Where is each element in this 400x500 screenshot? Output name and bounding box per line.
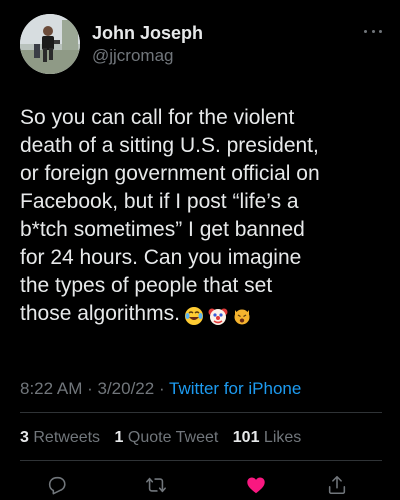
tweet-text-fragment: those algorithms.: [20, 302, 180, 325]
tweet-stats: 3 Retweets 1 Quote Tweet 101 Likes: [20, 428, 311, 448]
retweet-icon: [146, 477, 166, 493]
share-button[interactable]: [326, 474, 348, 496]
retweets-label: Retweets: [33, 429, 101, 446]
tweet-text-line: death of a sitting U.S. president,: [20, 134, 319, 157]
tweet-text-line: So you can call for the violent: [20, 106, 295, 129]
like-button[interactable]: [245, 474, 267, 496]
quote-tweets-count: 1: [114, 429, 124, 446]
quote-tweets-stat[interactable]: 1 Quote Tweet: [115, 429, 219, 446]
tweet: John Joseph @jjcromag So you can call fo…: [0, 0, 400, 500]
meta-separator: ·: [82, 379, 98, 398]
tweet-text-line: the types of people that set: [20, 274, 273, 297]
likes-label: Likes: [263, 429, 302, 446]
clown-face-emoji: [208, 308, 228, 326]
likes-stat[interactable]: 101 Likes: [233, 429, 302, 446]
tweet-date[interactable]: 3/20/22: [97, 379, 154, 398]
tweet-text: So you can call for the violent death of…: [20, 104, 385, 330]
reply-button[interactable]: [46, 474, 68, 496]
user-handle[interactable]: @jjcromag: [92, 45, 203, 67]
more-horizontal-icon[interactable]: [364, 26, 382, 36]
tweet-text-line: or foreign government official on: [20, 162, 320, 185]
tweet-time[interactable]: 8:22 AM: [20, 379, 82, 398]
tweet-header: John Joseph @jjcromag: [20, 14, 382, 76]
divider: [20, 460, 382, 461]
retweets-count: 3: [20, 429, 29, 446]
face-with-tears-of-joy-emoji: [184, 307, 203, 326]
likes-count: 101: [232, 429, 260, 446]
tweet-meta: 8:22 AM · 3/20/22 · Twitter for iPhone: [20, 378, 301, 400]
tweet-actions: [40, 474, 360, 496]
tweet-text-line: for 24 hours. Can you imagine: [20, 246, 302, 269]
quote-tweets-label: Quote Tweet: [127, 429, 219, 446]
display-name[interactable]: John Joseph: [92, 22, 203, 44]
weary-cat-face-emoji: [234, 309, 250, 325]
tweet-text-line: b*tch sometimes” I get banned: [20, 218, 305, 241]
retweets-stat[interactable]: 3 Retweets: [20, 429, 100, 446]
divider: [20, 412, 382, 413]
retweet-button[interactable]: [145, 474, 167, 496]
meta-separator: ·: [154, 379, 170, 398]
tweet-text-line-last: those algorithms.: [20, 300, 385, 330]
heart-icon: [247, 477, 265, 494]
share-icon: [328, 475, 346, 495]
reply-icon: [48, 476, 66, 495]
tweet-source-link[interactable]: Twitter for iPhone: [169, 379, 301, 398]
avatar[interactable]: [20, 14, 80, 74]
tweet-text-line: Facebook, but if I post “life’s a: [20, 190, 299, 213]
emoji-group: [184, 302, 256, 330]
user-info[interactable]: John Joseph @jjcromag: [92, 22, 203, 67]
runner-photo-avatar-icon: [20, 14, 80, 74]
